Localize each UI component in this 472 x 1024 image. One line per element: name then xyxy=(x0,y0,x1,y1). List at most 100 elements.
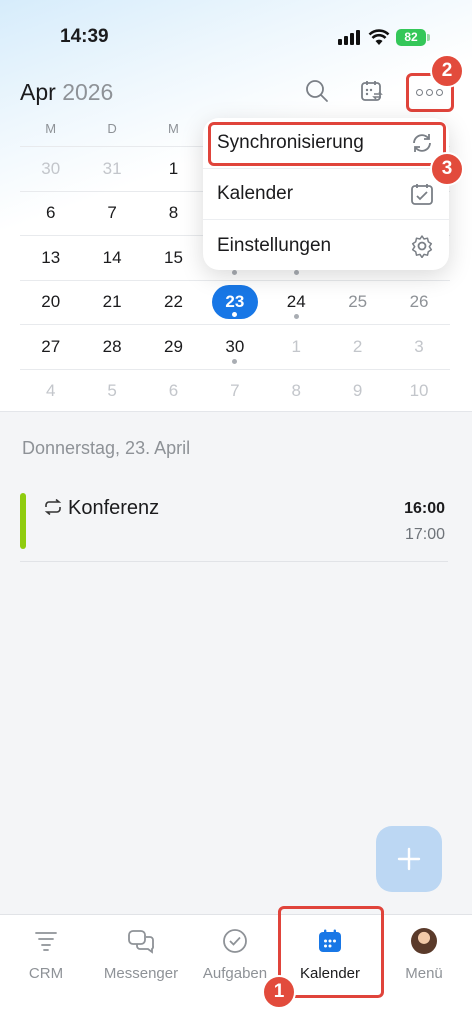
calendar-day[interactable]: 9 xyxy=(327,370,388,414)
event-dot xyxy=(293,314,299,319)
day-number: 10 xyxy=(409,381,429,401)
avatar xyxy=(411,928,437,954)
day-number: 14 xyxy=(102,247,122,267)
day-number: 25 xyxy=(348,292,368,312)
day-number: 21 xyxy=(102,292,122,312)
event-item[interactable]: Konferenz 16:00 17:00 xyxy=(20,490,448,562)
calendar-day[interactable]: 29 xyxy=(143,325,204,369)
calendar-day[interactable]: 10 xyxy=(388,370,449,414)
calendar-day[interactable]: 6 xyxy=(143,370,204,414)
calendar-day[interactable]: 27 xyxy=(20,325,81,369)
weekday-label: M xyxy=(168,121,179,136)
bottom-tab-bar: CRM Messenger Aufgaben Kalender Menü xyxy=(0,914,472,1024)
calendar-day[interactable]: 21 xyxy=(81,281,142,325)
calendar-day[interactable]: 26 xyxy=(388,281,449,325)
day-number: 1 xyxy=(291,336,301,356)
wifi-icon xyxy=(368,28,390,51)
calendar-day[interactable]: 5 xyxy=(81,370,142,414)
calendar-day[interactable]: 4 xyxy=(20,370,81,414)
calendar-week-row: 27 28 29 30 1 2 3 xyxy=(20,324,450,369)
calendar-day[interactable]: 25 xyxy=(327,281,388,325)
repeat-icon xyxy=(44,498,62,520)
calendar-day[interactable]: 28 xyxy=(81,325,142,369)
plus-icon xyxy=(397,847,421,871)
day-number: 5 xyxy=(107,381,117,401)
battery-indicator: 82 xyxy=(396,29,426,46)
calendar-sync-icon[interactable] xyxy=(357,76,387,106)
day-number: 28 xyxy=(102,336,122,356)
tab-messenger[interactable]: Messenger xyxy=(95,925,187,982)
tab-label: Menü xyxy=(405,965,443,982)
day-number: 1 xyxy=(168,158,179,178)
step-badge-3: 3 xyxy=(430,152,464,186)
weekday-label: M xyxy=(45,121,57,136)
check-circle-icon xyxy=(189,925,281,957)
calendar-day[interactable]: 8 xyxy=(266,370,327,414)
status-time: 14:39 xyxy=(60,26,109,47)
calendar-day[interactable]: 14 xyxy=(81,236,142,280)
calendar-day[interactable]: 13 xyxy=(20,236,81,280)
calendar-week-row: 20 21 22 23 24 25 26 xyxy=(20,279,450,325)
highlight-sync-item xyxy=(208,122,446,166)
calendar-day[interactable]: 3 xyxy=(388,325,449,369)
tab-label: CRM xyxy=(28,965,64,982)
event-end-time: 17:00 xyxy=(404,526,445,543)
weekday-label: D xyxy=(107,121,117,136)
calendar-day[interactable]: 7 xyxy=(204,370,265,414)
calendar-day[interactable]: 30 xyxy=(204,325,265,369)
search-icon[interactable] xyxy=(302,76,332,106)
signal-icon xyxy=(338,30,360,45)
calendar-week-row: 4 5 6 7 8 9 10 xyxy=(20,368,450,414)
calendar-day[interactable]: 22 xyxy=(143,281,204,325)
menu-item-label: Einstellungen xyxy=(217,234,332,256)
calendar-day[interactable]: 7 xyxy=(81,192,142,236)
day-number: 7 xyxy=(107,203,117,223)
day-number: 27 xyxy=(41,336,61,356)
month-title[interactable]: Apr 2026 xyxy=(20,79,113,106)
day-number: 22 xyxy=(164,292,183,312)
event-color-bar xyxy=(20,493,26,549)
day-number: 26 xyxy=(409,292,429,312)
day-number: 13 xyxy=(41,247,61,267)
day-number: 7 xyxy=(230,381,240,401)
chat-icon xyxy=(95,925,187,957)
calendar-day[interactable]: 24 xyxy=(266,281,327,325)
calendar-day[interactable]: 1 xyxy=(266,325,327,369)
day-number: 8 xyxy=(168,203,179,223)
day-number: 31 xyxy=(102,158,122,178)
menu-item-settings[interactable]: Einstellungen xyxy=(203,220,449,271)
calendar-day[interactable]: 2 xyxy=(327,325,388,369)
day-number: 4 xyxy=(45,381,56,401)
crm-icon xyxy=(0,925,92,957)
calendar-day[interactable]: 30 xyxy=(20,147,81,191)
step-badge-1: 1 xyxy=(262,975,296,1009)
add-event-button[interactable] xyxy=(376,826,442,892)
day-number: 29 xyxy=(164,336,183,356)
calendar-day[interactable]: 15 xyxy=(143,236,204,280)
day-number: 20 xyxy=(41,292,61,312)
selected-date-label: Donnerstag, 23. April xyxy=(22,438,191,458)
day-number: 3 xyxy=(414,336,424,356)
calendar-day[interactable]: 6 xyxy=(20,192,81,236)
calendar-day-today[interactable]: 23 xyxy=(204,281,265,325)
year-label: 2026 xyxy=(62,79,114,105)
tab-menu[interactable]: Menü xyxy=(378,925,470,982)
calendar-day[interactable]: 8 xyxy=(143,192,204,236)
day-number: 6 xyxy=(45,203,56,223)
menu-item-label: Kalender xyxy=(217,183,294,204)
day-number: 6 xyxy=(168,381,179,401)
step-badge-2: 2 xyxy=(430,54,464,88)
menu-item-calendar[interactable]: Kalender xyxy=(203,169,449,220)
calendar-day[interactable]: 31 xyxy=(81,147,142,191)
tab-tasks[interactable]: Aufgaben xyxy=(189,925,281,982)
day-number: 30 xyxy=(41,158,61,178)
event-dot xyxy=(232,358,238,364)
calendar-day[interactable]: 20 xyxy=(20,281,81,325)
calendar-check-icon xyxy=(409,181,435,207)
day-number: 30 xyxy=(225,336,245,356)
day-number: 9 xyxy=(352,381,363,401)
tab-crm[interactable]: CRM xyxy=(0,925,92,982)
calendar-day[interactable]: 1 xyxy=(143,147,204,191)
gear-icon xyxy=(409,233,435,259)
day-number: 2 xyxy=(352,336,363,356)
